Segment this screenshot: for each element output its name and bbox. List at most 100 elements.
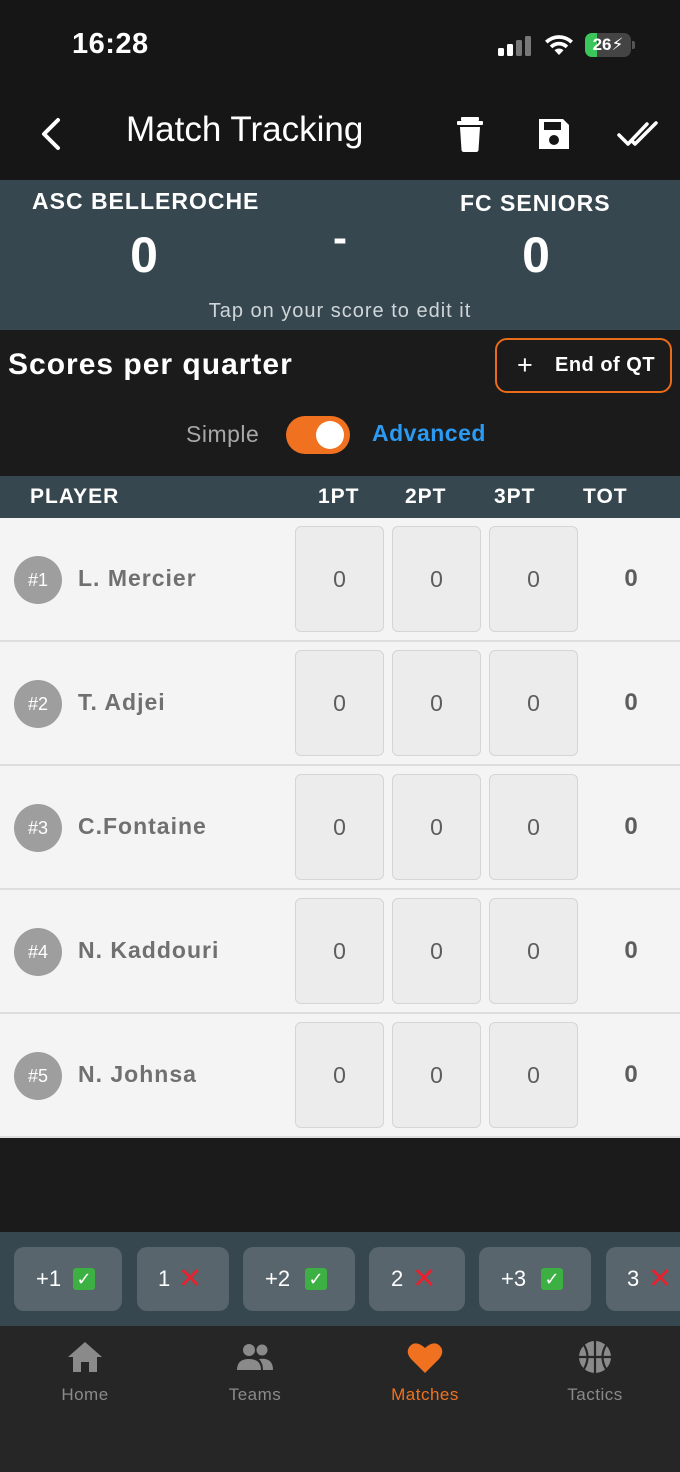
heart-icon [407,1343,443,1373]
quick-action-label: +2 [265,1266,291,1291]
score-cell-2pt[interactable]: 0 [392,650,481,756]
add-1pt-button[interactable]: +1 ✓ [14,1247,122,1311]
quick-action-label: +3 [501,1266,527,1291]
tab-matches[interactable]: Matches [340,1326,510,1426]
basketball-icon [579,1341,611,1373]
score-cell-1pt[interactable]: 0 [295,526,384,632]
checkmark-icon: ✓ [305,1268,327,1290]
column-header-tot: TOT [583,485,628,508]
checkmark-icon: ✓ [541,1268,563,1290]
tab-teams[interactable]: Teams [170,1326,340,1426]
player-name: N. Johnsa [78,1061,197,1087]
quick-action-label: 3 [627,1266,640,1291]
quarter-section: Scores per quarter + End of QT Simple Ad… [0,330,680,476]
quick-action-label: 1 [158,1266,171,1291]
score-cell-1pt[interactable]: 0 [295,898,384,1004]
score-cell-1pt[interactable]: 0 [295,774,384,880]
score-cell-3pt[interactable]: 0 [489,774,578,880]
table-row: #3 C.Fontaine 0 0 0 0 [0,766,680,890]
mode-simple-label[interactable]: Simple [186,421,259,448]
score-cell-1pt[interactable]: 0 [295,1022,384,1128]
home-icon [68,1342,102,1372]
player-number-badge: #1 [14,556,62,604]
player-name: C.Fontaine [78,813,207,839]
table-row: #2 T. Adjei 0 0 0 0 [0,642,680,766]
score-cell-3pt[interactable]: 0 [489,526,578,632]
plus-icon: + [517,350,533,380]
score-cell-3pt[interactable]: 0 [489,1022,578,1128]
home-score[interactable]: 0 [104,226,184,284]
score-panel: ASC BELLEROCHE FC SENIORS 0 - 0 Tap on y… [0,180,680,330]
cross-icon: ✕ [178,1263,203,1295]
player-number-badge: #3 [14,804,62,852]
score-edit-hint: Tap on your score to edit it [208,300,472,322]
player-name: T. Adjei [78,689,166,715]
tab-label: Home [61,1385,109,1404]
page-title: Match Tracking [126,110,364,149]
score-total: 0 [624,937,638,964]
miss-1pt-button[interactable]: 1 ✕ [137,1247,229,1311]
column-header-3pt: 3PT [494,485,536,508]
cross-icon: ✕ [648,1263,673,1295]
away-team-name: FC SENIORS [460,190,611,216]
wifi-icon [545,35,573,55]
table-row: #4 N. Kaddouri 0 0 0 0 [0,890,680,1014]
quick-action-label: 2 [391,1266,404,1291]
tab-tactics[interactable]: Tactics [510,1326,680,1426]
back-arrow-icon[interactable] [36,112,68,156]
cellular-signal-icon [498,36,532,56]
tab-label: Teams [228,1385,282,1404]
save-icon[interactable] [532,112,576,156]
miss-2pt-button[interactable]: 2 ✕ [369,1247,465,1311]
quick-action-bar[interactable]: +1 ✓ 1 ✕ +2 ✓ 2 ✕ +3 ✓ 3 ✕ [0,1232,680,1326]
score-cell-2pt[interactable]: 0 [392,774,481,880]
score-cell-2pt[interactable]: 0 [392,898,481,1004]
player-number-badge: #4 [14,928,62,976]
people-icon [237,1344,273,1370]
add-3pt-button[interactable]: +3 ✓ [479,1247,591,1311]
player-number-badge: #5 [14,1052,62,1100]
empty-area [0,1138,680,1232]
mode-advanced-label[interactable]: Advanced [372,420,486,447]
cross-icon: ✕ [412,1263,437,1295]
quarter-title: Scores per quarter [8,348,293,381]
table-row: #1 L. Mercier 0 0 0 0 [0,518,680,642]
column-header-2pt: 2PT [405,485,447,508]
player-name: N. Kaddouri [78,937,220,963]
toggle-knob [316,421,344,449]
score-total: 0 [624,1061,638,1088]
score-total: 0 [624,689,638,716]
column-header-1pt: 1PT [318,485,360,508]
tab-label: Matches [391,1385,459,1404]
mode-toggle[interactable] [286,416,350,454]
checkmark-icon: ✓ [73,1268,95,1290]
tab-bar: Home Teams Matches Tactics [0,1326,680,1472]
tab-home[interactable]: Home [0,1326,170,1426]
double-check-icon[interactable] [614,112,662,156]
player-number-badge: #2 [14,680,62,728]
away-score: 0 [522,227,550,283]
column-header-player: PLAYER [30,485,120,508]
score-separator: - [333,214,347,261]
table-header: PLAYER 1PT 2PT 3PT TOT [0,476,680,518]
score-total: 0 [624,813,638,840]
player-name: L. Mercier [78,565,197,591]
score-total: 0 [624,565,638,592]
home-team-name: ASC BELLEROCHE [32,188,260,214]
trash-icon[interactable] [448,112,492,156]
end-of-quarter-button[interactable]: + End of QT [495,338,672,393]
end-of-quarter-label: End of QT [555,354,656,376]
add-2pt-button[interactable]: +2 ✓ [243,1247,355,1311]
score-cell-1pt[interactable]: 0 [295,650,384,756]
score-cell-3pt[interactable]: 0 [489,650,578,756]
status-time: 16:28 [72,28,149,60]
quick-action-label: +1 [36,1266,62,1291]
miss-3pt-button[interactable]: 3 ✕ [606,1247,680,1311]
score-cell-2pt[interactable]: 0 [392,526,481,632]
table-row: #5 N. Johnsa 0 0 0 0 [0,1014,680,1138]
navigation-bar: Match Tracking [0,90,680,180]
score-cell-3pt[interactable]: 0 [489,898,578,1004]
battery-level: 26 [592,35,612,54]
status-bar: 16:28 26⚡ [0,0,680,90]
score-cell-2pt[interactable]: 0 [392,1022,481,1128]
